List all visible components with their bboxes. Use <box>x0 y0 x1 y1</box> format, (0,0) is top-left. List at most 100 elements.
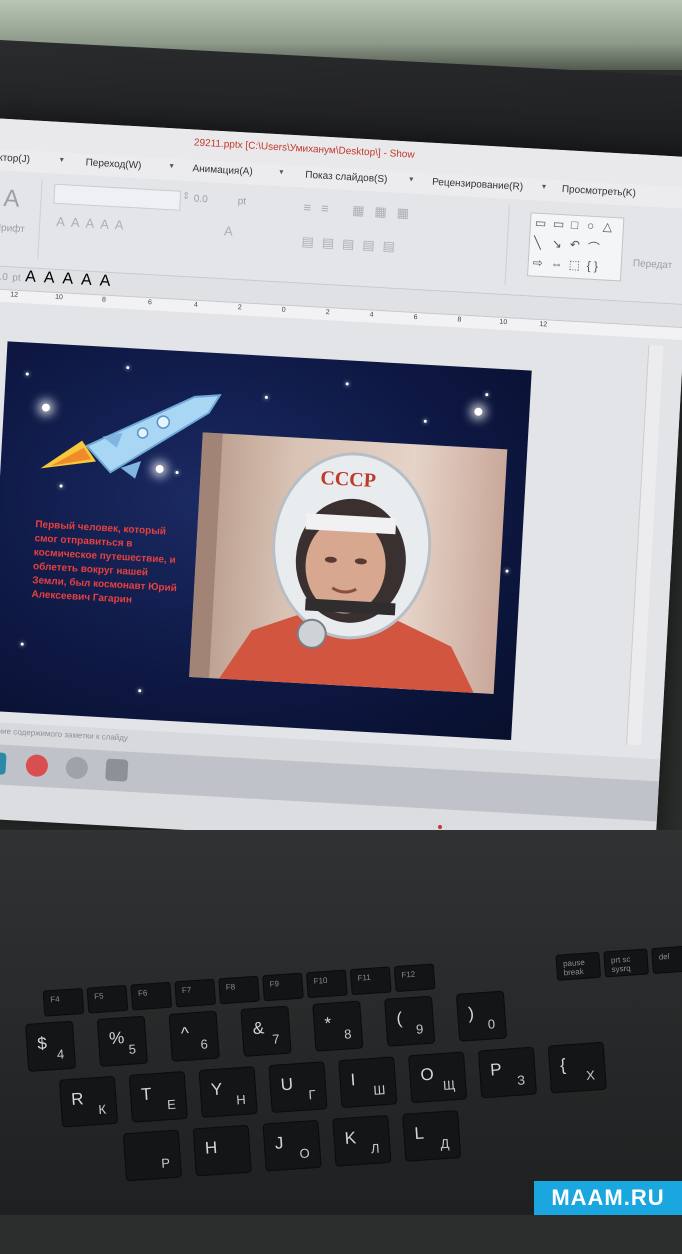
align-icons[interactable]: ▤▤▤▤▤ <box>301 234 403 256</box>
font-icon[interactable]: A <box>3 185 21 214</box>
textbox-icon[interactable]: ▭ <box>553 217 565 232</box>
star-decoration <box>138 689 142 693</box>
fn-key[interactable]: F12 <box>393 963 436 993</box>
ruler-tick: 6 <box>413 313 418 322</box>
list-icons[interactable]: ≡≡ ▦▦▦ <box>303 200 419 222</box>
portrait-image: СССР <box>189 432 474 693</box>
prtsc-key[interactable]: prt sc sysrq <box>603 948 649 978</box>
key-6[interactable]: ^ 6 <box>168 1010 220 1062</box>
star-decoration <box>485 393 489 397</box>
stepper-icon[interactable]: ⇕ <box>182 191 191 202</box>
taskbar-app-icon[interactable] <box>105 758 129 782</box>
key-8[interactable]: * 8 <box>312 1000 364 1052</box>
laptop-screen: 29211.pptx [C:\Users\Умиханум\Desktop\] … <box>0 118 682 857</box>
menu-animation[interactable]: Анимация(A) <box>192 163 253 177</box>
font-size-unit: pt <box>237 195 247 208</box>
pause-key[interactable]: pause break <box>555 951 602 981</box>
star-decoration <box>25 372 29 376</box>
size-value-2: 0.0 <box>0 271 9 284</box>
size-unit-2: pt <box>11 272 21 284</box>
rocket-illustration <box>40 394 222 479</box>
brace-icon[interactable]: { } <box>586 259 598 274</box>
window-title: 29211.pptx [C:\Users\Умиханум\Desktop\] … <box>193 137 415 161</box>
curve-icon[interactable]: ↶ <box>569 238 580 253</box>
dropdown-icon[interactable]: ▾ <box>279 167 284 176</box>
key-u[interactable]: UГ <box>268 1061 328 1114</box>
key-9[interactable]: (9 <box>384 995 436 1047</box>
key-t[interactable]: TЕ <box>128 1071 188 1123</box>
helmet-text: СССР <box>320 467 377 492</box>
key-bracket[interactable]: {Х <box>547 1041 607 1094</box>
webcam-light <box>438 825 442 829</box>
dropdown-icon[interactable]: ▾ <box>409 175 414 184</box>
square-icon[interactable]: □ <box>571 218 579 232</box>
key-p[interactable]: PЗ <box>477 1046 538 1099</box>
ruler-tick: 4 <box>369 311 374 319</box>
dropdown-icon[interactable]: ▾ <box>169 161 174 170</box>
double-arrow-icon[interactable]: ⇔ <box>550 257 563 272</box>
shapes-gallery[interactable]: ▭ ▭ □ ○ △ ╲ ↘ ↶ ⌒ ⇨ ⇔ ⬚ { } <box>527 212 625 282</box>
star-decoration <box>474 407 483 416</box>
paragraph-group: ≡≡ ▦▦▦ ▤▤▤▤▤ <box>289 193 510 286</box>
key-5[interactable]: % 5 <box>96 1015 148 1067</box>
slide-canvas[interactable]: Первый человек, который смог отправиться… <box>0 341 532 741</box>
fn-key[interactable]: F7 <box>174 978 217 1008</box>
font-group: A Шрифт <box>0 175 43 259</box>
ruler-tick: 12 <box>539 320 548 329</box>
triangle-icon[interactable]: △ <box>603 219 613 233</box>
rectangle-icon[interactable]: ▭ <box>535 216 547 231</box>
ribbon-right-label: Передат <box>632 258 673 272</box>
key-0[interactable]: ) 0 <box>455 990 508 1042</box>
ruler-tick: 2 <box>237 304 242 312</box>
key-o[interactable]: OЩ <box>408 1051 468 1104</box>
font-name-field[interactable] <box>53 183 182 211</box>
taskbar-app-icon[interactable] <box>0 751 7 775</box>
key-j[interactable]: JО <box>262 1119 322 1172</box>
yandex-icon[interactable] <box>25 754 49 778</box>
star-decoration <box>505 569 509 573</box>
circle-icon[interactable]: ○ <box>587 219 595 233</box>
fn-key[interactable]: F4 <box>42 987 85 1017</box>
key-k[interactable]: KЛ <box>332 1114 392 1167</box>
arrow-line-icon[interactable]: ↘ <box>551 237 562 252</box>
menu-view[interactable]: Просмотреть(K) <box>562 184 637 199</box>
ruler-tick: 0 <box>281 306 286 314</box>
key-7[interactable]: & 7 <box>240 1005 292 1057</box>
menu-constructor[interactable]: руктор(J) <box>0 152 30 165</box>
fn-key[interactable]: F10 <box>306 969 348 999</box>
star-decoration <box>264 395 268 399</box>
menu-review[interactable]: Рецензирование(R) <box>432 177 524 193</box>
menu-transitions[interactable]: Переход(W) <box>85 157 141 171</box>
key-l[interactable]: LД <box>402 1110 462 1162</box>
key-i[interactable]: IШ <box>338 1056 398 1109</box>
line-icon[interactable]: ╲ <box>534 236 542 250</box>
ruler-tick: 6 <box>147 299 153 307</box>
key-4[interactable]: $4 <box>24 1020 77 1072</box>
browser-icon[interactable] <box>65 756 89 780</box>
menu-slideshow[interactable]: Показ слайдов(S) <box>305 170 388 186</box>
fn-key[interactable]: F11 <box>349 966 392 996</box>
ruler-tick: 2 <box>325 309 330 317</box>
dropdown-icon[interactable]: ▾ <box>60 155 65 164</box>
font-group-label: Шрифт <box>0 222 26 236</box>
ruler-tick: 10 <box>499 318 508 327</box>
freeform-icon[interactable]: ⌒ <box>587 239 600 257</box>
key-h[interactable]: H <box>192 1124 252 1177</box>
fn-key[interactable]: F9 <box>262 972 304 1002</box>
fn-key[interactable]: F8 <box>218 975 260 1005</box>
ruler-tick: 10 <box>54 293 64 302</box>
text-style-icons[interactable]: AAAAA <box>56 214 130 233</box>
fn-key[interactable]: F5 <box>86 984 129 1014</box>
key-y[interactable]: YН <box>198 1066 258 1118</box>
star-decoration <box>345 382 349 386</box>
dropdown-icon[interactable]: ▾ <box>542 182 547 191</box>
key-g[interactable]: Р <box>122 1129 183 1182</box>
delete-key[interactable]: del <box>651 945 682 975</box>
gagarin-portrait: СССР <box>189 432 508 695</box>
font-color-icon[interactable]: A <box>224 223 233 238</box>
block-arrow-icon[interactable]: ⇨ <box>532 256 543 271</box>
cube-icon[interactable]: ⬚ <box>568 258 580 273</box>
key-r[interactable]: RК <box>58 1075 119 1128</box>
font-size-value: 0.0 <box>193 193 208 206</box>
fn-key[interactable]: F6 <box>130 981 173 1011</box>
